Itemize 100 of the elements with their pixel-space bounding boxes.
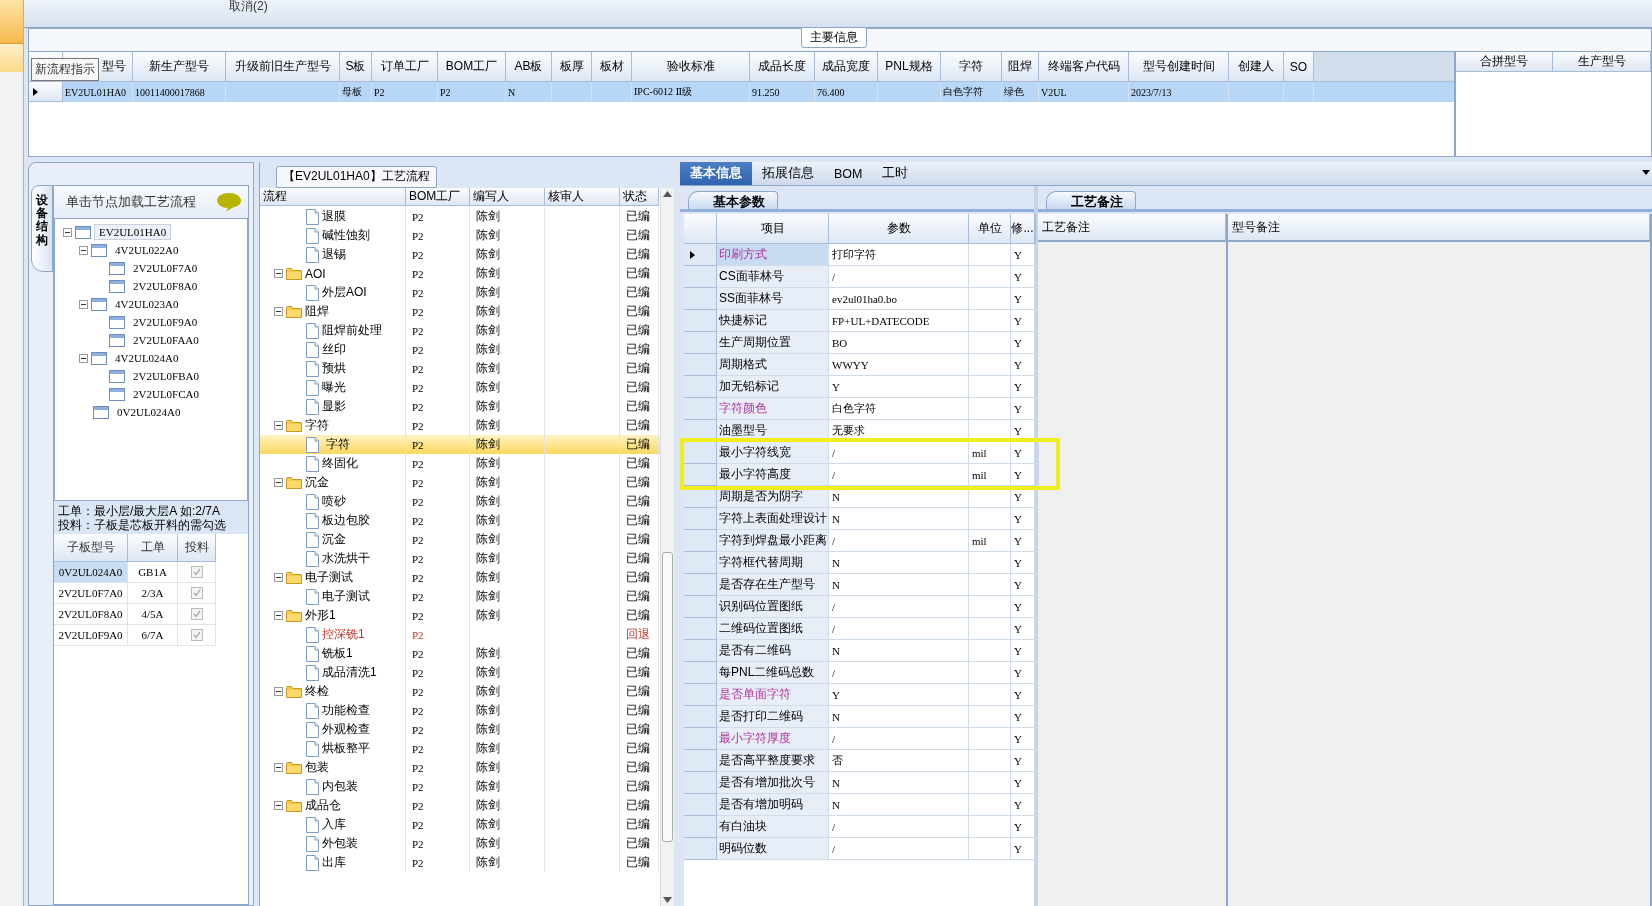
param-value: 白色字符 [829,398,969,420]
table-cell: P2 [406,264,470,283]
table-cell: P2 [406,739,470,758]
table-cell: 已编 [620,302,659,321]
table-cell: 陈剑 [470,644,545,663]
table-cell: 4/5A [128,604,178,625]
param-name: 有白油块 [717,816,829,838]
param-unit: mil [969,464,1011,486]
table-cell: 已编 [620,644,659,663]
table-cell: 2023/7/13 [1129,82,1229,102]
table-cell: 陈剑 [470,511,545,530]
group-title: 主要信息 [801,27,867,48]
param-value: N [829,794,969,816]
table-cell: P2 [406,435,470,454]
table-cell: 已编 [620,207,659,226]
table-cell: P2 [406,530,470,549]
table-cell: 6/7A [128,625,178,646]
param-name: 是否单面字符 [717,684,829,706]
table-cell: 已编 [620,777,659,796]
table-cell: P2 [406,625,470,644]
table-cell: Y [1011,530,1035,552]
table-cell: 陈剑 [470,207,545,226]
param-name: 最小字符高度 [717,464,829,486]
table-cell: Y [1011,332,1035,354]
table-cell: 陈剑 [470,758,545,777]
table-cell: 陈剑 [470,568,545,587]
param-name: 二维码位置图纸 [717,618,829,640]
table-cell: 陈剑 [470,682,545,701]
param-value: 否 [829,750,969,772]
param-value: / [829,530,969,552]
table-cell: P2 [406,473,470,492]
param-value: / [829,816,969,838]
table-cell: P2 [406,321,470,340]
table-cell: P2 [406,701,470,720]
table-cell: Y [1011,508,1035,530]
table-cell: Y [1011,398,1035,420]
table-cell: 陈剑 [470,359,545,378]
table-cell: P2 [406,663,470,682]
table-cell: 已编 [620,321,659,340]
table-cell: P2 [406,644,470,663]
param-name: 明码位数 [717,838,829,860]
param-name: 是否存在生产型号 [717,574,829,596]
table-cell: Y [1011,596,1035,618]
table-cell: 陈剑 [470,815,545,834]
param-value: / [829,662,969,684]
table-cell: 陈剑 [470,606,545,625]
table-cell: Y [1011,838,1035,860]
panel-title: 【EV2UL01HA0】工艺流程 [276,166,437,188]
table-cell: P2 [438,82,506,102]
table-cell: 已编 [620,587,659,606]
param-value: 打印字符 [829,244,969,266]
param-value: N [829,552,969,574]
param-name: 最小字符线宽 [717,442,829,464]
table-cell: 已编 [620,226,659,245]
table-cell: 陈剑 [470,796,545,815]
table-cell: P2 [406,758,470,777]
table-cell: 陈剑 [470,397,545,416]
table-cell: 陈剑 [470,492,545,511]
param-value: N [829,508,969,530]
note-text: 投料：子板是芯板开料的需勾选 [58,518,227,532]
param-name: 字符颜色 [717,398,829,420]
table-cell: V2UL [1039,82,1129,102]
table-cell: 绿色 [1002,82,1039,102]
table-cell: 91.250 [750,82,815,102]
param-name: 印刷方式 [717,244,829,266]
table-cell: Y [1011,750,1035,772]
table-cell: 陈剑 [470,264,545,283]
table-cell: P2 [406,207,470,226]
param-value: N [829,486,969,508]
table-cell: 陈剑 [470,587,545,606]
table-cell: P2 [406,378,470,397]
table-cell: Y [1011,310,1035,332]
table-cell: 陈剑 [470,473,545,492]
table-cell: P2 [406,549,470,568]
table-cell: P2 [406,834,470,853]
table-cell: Y [1011,376,1035,398]
table-cell: Y [1011,574,1035,596]
table-cell: P2 [406,796,470,815]
param-name: CS面菲林号 [717,266,829,288]
table-cell: EV2UL01HA0 [63,82,133,102]
param-name: 加无铅标记 [717,376,829,398]
table-cell: 陈剑 [470,530,545,549]
table-cell: 已编 [620,758,659,777]
param-value: / [829,442,969,464]
table-cell: P2 [406,226,470,245]
table-cell: 已编 [620,359,659,378]
param-name: 最小字符厚度 [717,728,829,750]
param-name: 快捷标记 [717,310,829,332]
table-cell: 已编 [620,834,659,853]
param-value: N [829,640,969,662]
table-cell: GB1A [128,562,178,583]
param-name: 每PNL二维码总数 [717,662,829,684]
param-name: 是否有二维码 [717,640,829,662]
table-cell: 已编 [620,378,659,397]
table-cell: 陈剑 [470,739,545,758]
tooltip: 新流程指示 [31,58,99,81]
table-cell: 已编 [620,530,659,549]
param-value: / [829,618,969,640]
table-cell: 已编 [620,473,659,492]
param-value: 无要求 [829,420,969,442]
